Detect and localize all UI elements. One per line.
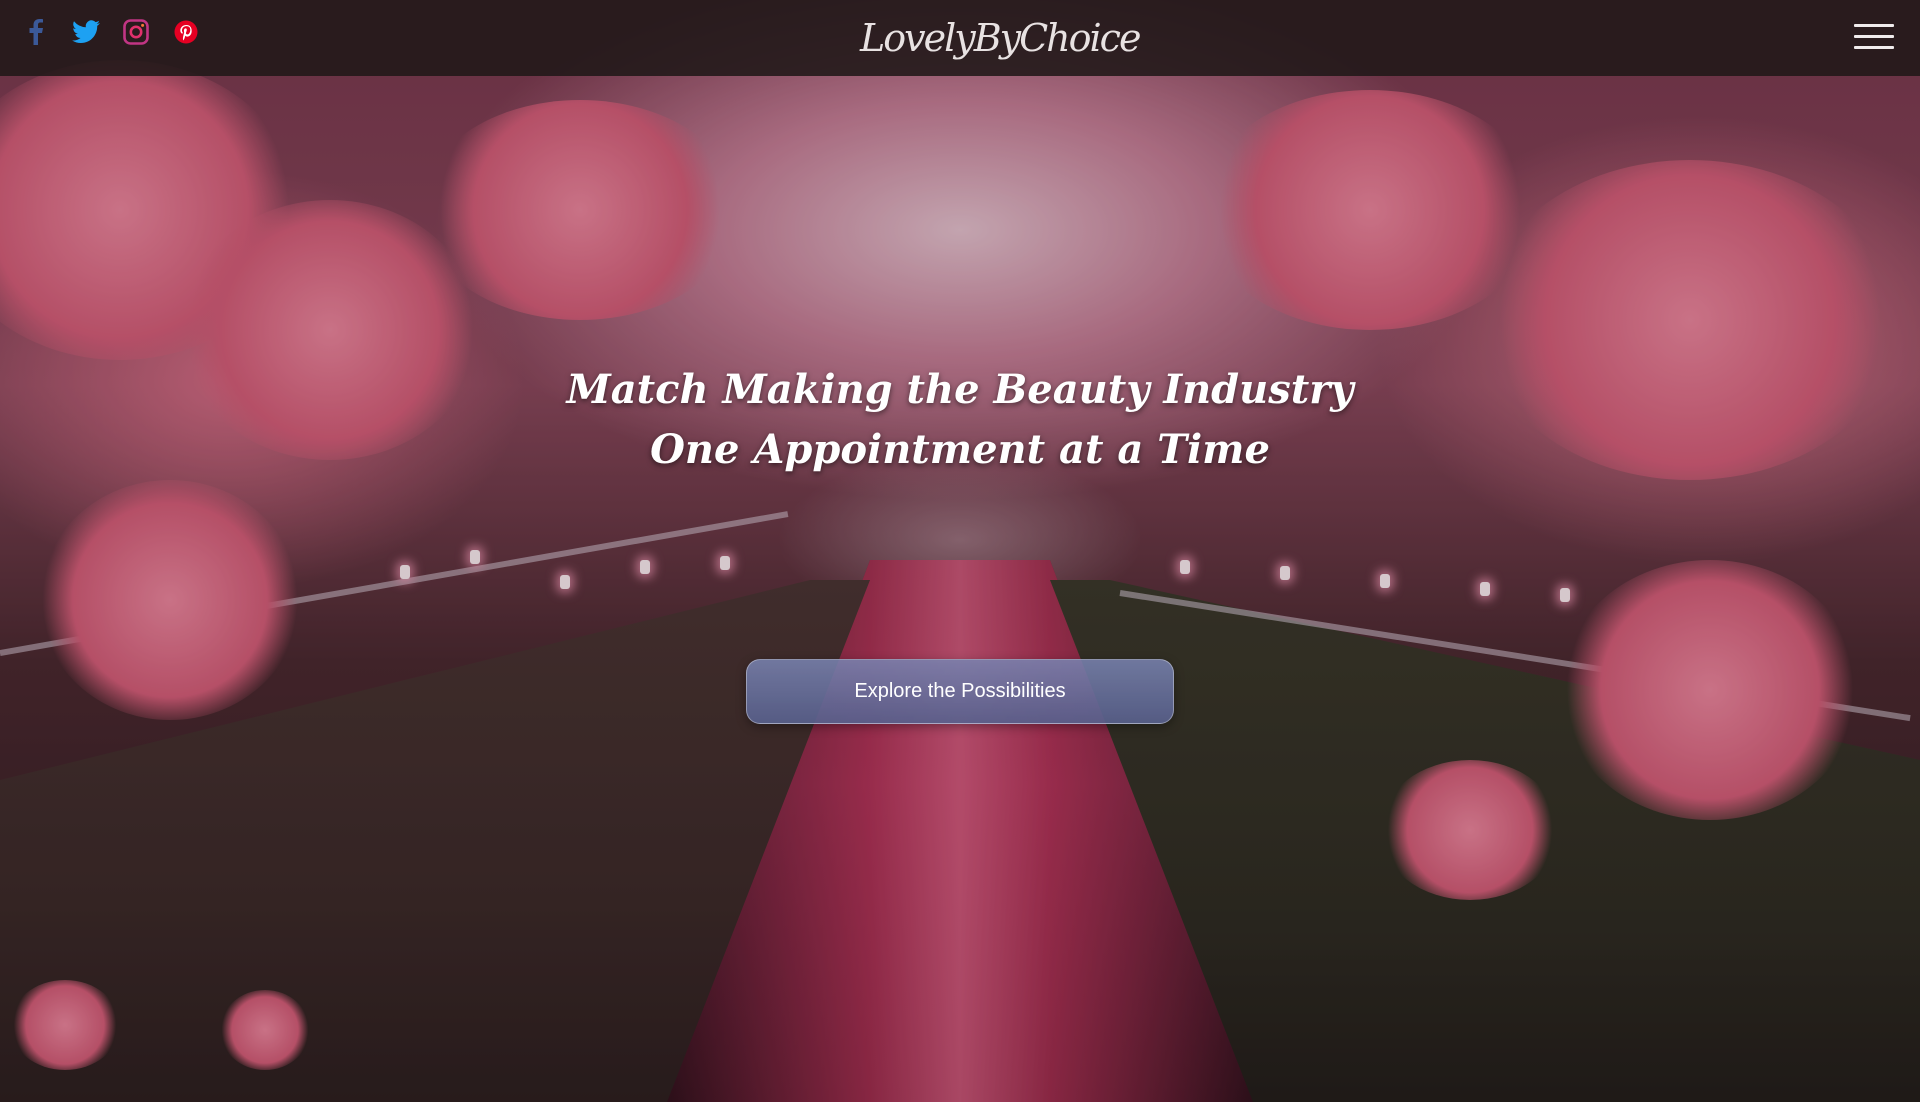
twitter-icon[interactable] bbox=[72, 18, 100, 46]
top-bar: LovelyByChoice bbox=[0, 0, 1920, 76]
explore-possibilities-button[interactable]: Explore the Possibilities bbox=[746, 659, 1174, 724]
headline-line-2: One Appointment at a Time bbox=[650, 426, 1270, 473]
image-overlay bbox=[0, 0, 1920, 1102]
facebook-icon[interactable] bbox=[22, 18, 50, 46]
instagram-icon[interactable] bbox=[122, 18, 150, 46]
pinterest-icon[interactable] bbox=[172, 18, 200, 46]
site-logo[interactable]: LovelyByChoice bbox=[860, 8, 1141, 68]
headline-line-1: Match Making the Beauty Industry bbox=[566, 366, 1354, 413]
menu-bar bbox=[1854, 46, 1894, 49]
hero-headline: Match Making the Beauty Industry One App… bbox=[460, 360, 1460, 480]
menu-bar bbox=[1854, 35, 1894, 38]
menu-bar bbox=[1854, 24, 1894, 27]
hero-section bbox=[0, 0, 1920, 1102]
social-links bbox=[22, 18, 200, 46]
hamburger-menu-icon[interactable] bbox=[1854, 24, 1894, 50]
